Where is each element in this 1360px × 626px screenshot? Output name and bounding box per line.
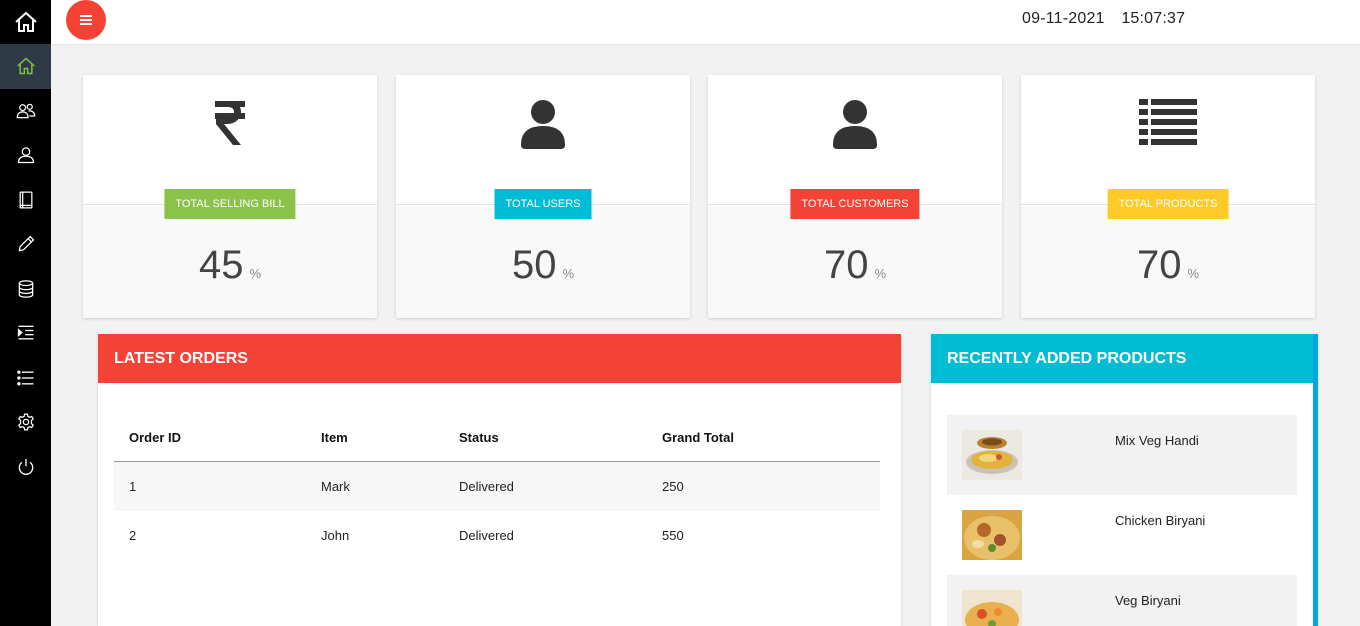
product-name: Veg Biryani: [1115, 593, 1181, 608]
list-item[interactable]: Chicken Biryani: [947, 495, 1297, 575]
stat-value: 70: [1136, 243, 1182, 287]
product-thumbnail: [962, 590, 1022, 626]
sidebar-item-indent[interactable]: [0, 311, 51, 356]
stat-value: 70: [823, 243, 869, 287]
book-icon: [19, 191, 32, 209]
settings-icon: [17, 413, 34, 431]
sidebar-item-users[interactable]: [0, 89, 51, 134]
stat-unit: %: [562, 266, 575, 281]
list-item[interactable]: Mix Veg Handi: [947, 415, 1297, 495]
stat-card-selling-bill: TOTAL SELLING BILL 45%: [83, 75, 377, 318]
stat-card-users: TOTAL USERS 50%: [396, 75, 690, 318]
stat-label: TOTAL USERS: [494, 189, 592, 219]
power-icon: [18, 458, 33, 475]
stat-unit: %: [1187, 266, 1200, 281]
brand-home-button[interactable]: [0, 0, 51, 44]
stat-unit: %: [874, 266, 887, 281]
table-row[interactable]: 1 Mark Delivered 250: [114, 461, 880, 511]
database-icon: [18, 279, 33, 298]
recent-products-panel: RECENTLY ADDED PRODUCTS Mix Veg Handi Ch…: [931, 334, 1318, 626]
home-icon: [16, 57, 35, 75]
sidebar: [0, 0, 51, 626]
sidebar-item-logout[interactable]: [0, 445, 51, 490]
pencil-icon: [18, 235, 34, 252]
datetime-display: 09-11-2021 15:07:37: [1022, 10, 1185, 28]
orders-table: Order ID Item Status Grand Total 1 Mark …: [114, 415, 880, 560]
panel-title: LATEST ORDERS: [98, 334, 901, 383]
user-icon: [833, 100, 877, 149]
stat-card-customers: TOTAL CUSTOMERS 70%: [708, 75, 1002, 318]
sidebar-item-database[interactable]: [0, 267, 51, 312]
users-icon: [16, 103, 35, 119]
panel-title: RECENTLY ADDED PRODUCTS: [931, 334, 1313, 383]
home-icon: [14, 11, 37, 32]
stat-label: TOTAL SELLING BILL: [164, 189, 296, 219]
table-cell: 2: [129, 527, 137, 543]
column-header: Order ID: [114, 415, 306, 462]
table-cell: Mark: [306, 461, 444, 511]
stat-value: 45: [198, 243, 244, 287]
sidebar-item-dashboard[interactable]: [0, 44, 51, 89]
stat-unit: %: [249, 266, 262, 281]
column-header: Item: [306, 415, 444, 462]
latest-orders-panel: LATEST ORDERS Order ID Item Status Grand…: [98, 334, 901, 626]
product-thumbnail: [962, 430, 1022, 480]
table-cell: 1: [114, 461, 306, 511]
sidebar-item-profile[interactable]: [0, 133, 51, 178]
list-icon: [1139, 99, 1197, 145]
hamburger-icon: [80, 15, 92, 25]
rupee-icon: [215, 101, 245, 145]
product-name: Mix Veg Handi: [1115, 433, 1199, 448]
table-cell: Delivered: [444, 461, 647, 511]
stat-card-products: TOTAL PRODUCTS 70%: [1021, 75, 1315, 318]
current-time: 15:07:37: [1121, 10, 1186, 27]
stat-label: TOTAL PRODUCTS: [1107, 189, 1229, 219]
table-cell: 550: [662, 527, 684, 543]
list-item[interactable]: Veg Biryani: [947, 575, 1297, 626]
current-date: 09-11-2021: [1022, 10, 1105, 27]
sidebar-item-list[interactable]: [0, 356, 51, 401]
product-name: Chicken Biryani: [1115, 513, 1206, 528]
product-thumbnail: [962, 510, 1022, 560]
indent-icon: [17, 325, 33, 340]
table-cell: Delivered: [459, 527, 514, 543]
sidebar-item-settings[interactable]: [0, 400, 51, 445]
table-row[interactable]: 2 John Delivered 550: [114, 511, 880, 560]
sidebar-item-ledger[interactable]: [0, 178, 51, 223]
user-icon: [17, 147, 34, 164]
product-list: Mix Veg Handi Chicken Biryani Veg Biryan…: [931, 383, 1313, 626]
table-header-row: Order ID Item Status Grand Total: [114, 415, 880, 462]
sidebar-item-edit[interactable]: [0, 222, 51, 267]
column-header: Grand Total: [647, 415, 880, 462]
table-cell: 250: [647, 461, 880, 511]
stat-value: 50: [511, 243, 557, 287]
user-icon: [521, 100, 565, 149]
stat-label: TOTAL CUSTOMERS: [790, 189, 920, 219]
list-icon: [16, 370, 33, 386]
topbar: 09-11-2021 15:07:37: [51, 0, 1360, 45]
table-cell: John: [321, 527, 350, 543]
menu-toggle-button[interactable]: [66, 0, 106, 40]
column-header: Status: [444, 415, 647, 462]
